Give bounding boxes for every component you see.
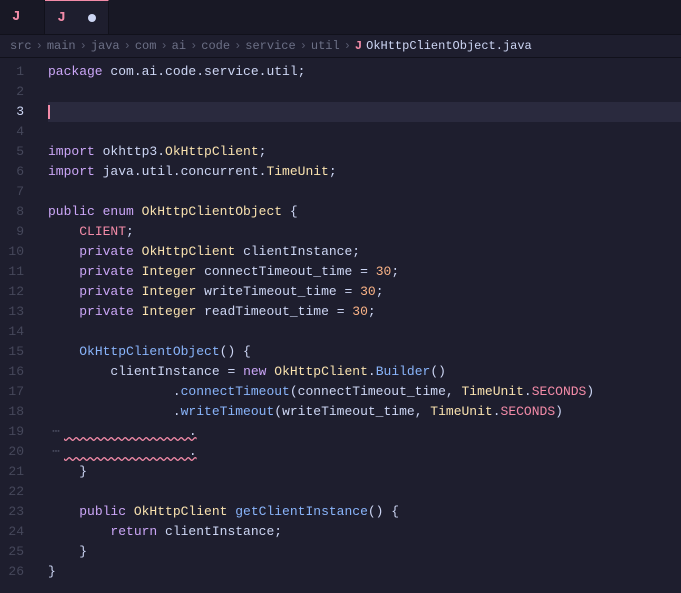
code-line-9: CLIENT; <box>48 222 681 242</box>
ln-1: 1 <box>0 62 32 82</box>
code-line-3 <box>48 102 681 122</box>
code-line-23: public OkHttpClient getClientInstance() … <box>48 502 681 522</box>
breadcrumb-file: J OkHttpClientObject.java <box>355 39 532 53</box>
ln-18: 18 <box>0 402 32 422</box>
breadcrumb-util: util <box>311 39 340 53</box>
error-marker-20: ⋯ <box>48 442 64 462</box>
ln-19: 19 <box>0 422 32 442</box>
sep3: › <box>124 39 131 53</box>
sep4: › <box>160 39 167 53</box>
ln-7: 7 <box>0 182 32 202</box>
kw-package: package <box>48 62 110 82</box>
sep2: › <box>80 39 87 53</box>
sep5: › <box>190 39 197 53</box>
code-line-8: public enum OkHttpClientObject { <box>48 202 681 222</box>
tab-okhttpclientobject[interactable]: J <box>45 0 108 34</box>
code-line-10: private OkHttpClient clientInstance; <box>48 242 681 262</box>
code-line-20: ⋯ . <box>48 442 681 462</box>
code-line-6: import java.util.concurrent.TimeUnit; <box>48 162 681 182</box>
editor-container: J J src › main › java › com › ai › code … <box>0 0 681 590</box>
code-line-11: private Integer connectTimeout_time = 30… <box>48 262 681 282</box>
code-line-7 <box>48 182 681 202</box>
java-icon-1: J <box>12 9 20 25</box>
code-line-4 <box>48 122 681 142</box>
ln-5: 5 <box>0 142 32 162</box>
breadcrumb-java: java <box>91 39 120 53</box>
tab-unsaved-dot <box>88 14 96 22</box>
code-line-13: private Integer readTimeout_time = 30; <box>48 302 681 322</box>
text-cursor <box>48 105 50 119</box>
ln-6: 6 <box>0 162 32 182</box>
code-line-19: ⋯ . <box>48 422 681 442</box>
ln-13: 13 <box>0 302 32 322</box>
ln-12: 12 <box>0 282 32 302</box>
sep1: › <box>36 39 43 53</box>
code-area[interactable]: 1 2 3 4 5 6 7 8 9 10 11 12 13 14 15 16 1… <box>0 58 681 590</box>
ln-17: 17 <box>0 382 32 402</box>
ln-2: 2 <box>0 82 32 102</box>
tab-bar: J J <box>0 0 681 35</box>
ln-21: 21 <box>0 462 32 482</box>
ln-3: 3 <box>0 102 32 122</box>
code-line-5: import okhttp3.OkHttpClient; <box>48 142 681 162</box>
breadcrumb-service: service <box>245 39 295 53</box>
sep8: › <box>344 39 351 53</box>
breadcrumb-com: com <box>135 39 157 53</box>
ln-26: 26 <box>0 562 32 582</box>
breadcrumb-code: code <box>201 39 230 53</box>
ln-15: 15 <box>0 342 32 362</box>
ln-20: 20 <box>0 442 32 462</box>
code-line-22 <box>48 482 681 502</box>
ln-25: 25 <box>0 542 32 562</box>
ln-9: 9 <box>0 222 32 242</box>
ln-4: 4 <box>0 122 32 142</box>
code-line-14 <box>48 322 681 342</box>
sep6: › <box>234 39 241 53</box>
breadcrumb-filename: OkHttpClientObject.java <box>366 39 532 53</box>
pkg-name: com.ai.code.service.util <box>110 62 297 82</box>
code-line-12: private Integer writeTimeout_time = 30; <box>48 282 681 302</box>
line-numbers: 1 2 3 4 5 6 7 8 9 10 11 12 13 14 15 16 1… <box>0 58 42 590</box>
breadcrumb-src: src <box>10 39 32 53</box>
sep7: › <box>300 39 307 53</box>
code-line-17: .connectTimeout(connectTimeout_time, Tim… <box>48 382 681 402</box>
code-line-15: OkHttpClientObject() { <box>48 342 681 362</box>
ln-8: 8 <box>0 202 32 222</box>
ln-23: 23 <box>0 502 32 522</box>
code-line-1: package com.ai.code.service.util; <box>48 62 681 82</box>
code-line-24: return clientInstance; <box>48 522 681 542</box>
java-icon-2: J <box>57 10 65 26</box>
code-line-27 <box>48 582 681 590</box>
code-line-16: clientInstance = new OkHttpClient.Builde… <box>48 362 681 382</box>
breadcrumb-main: main <box>47 39 76 53</box>
tab-datatimerInit[interactable]: J <box>0 0 45 34</box>
ln-24: 24 <box>0 522 32 542</box>
error-marker-19: ⋯ <box>48 422 64 442</box>
ln-14: 14 <box>0 322 32 342</box>
code-line-21: } <box>48 462 681 482</box>
code-line-2 <box>48 82 681 102</box>
ln-10: 10 <box>0 242 32 262</box>
code-line-25: } <box>48 542 681 562</box>
ln-22: 22 <box>0 482 32 502</box>
code-content[interactable]: package com.ai.code.service.util; import… <box>42 58 681 590</box>
breadcrumb-ai: ai <box>172 39 186 53</box>
code-line-26: } <box>48 562 681 582</box>
breadcrumb: src › main › java › com › ai › code › se… <box>0 35 681 58</box>
code-line-18: .writeTimeout(writeTimeout_time, TimeUni… <box>48 402 681 422</box>
ln-11: 11 <box>0 262 32 282</box>
breadcrumb-java-icon: J <box>355 39 362 53</box>
ln-16: 16 <box>0 362 32 382</box>
